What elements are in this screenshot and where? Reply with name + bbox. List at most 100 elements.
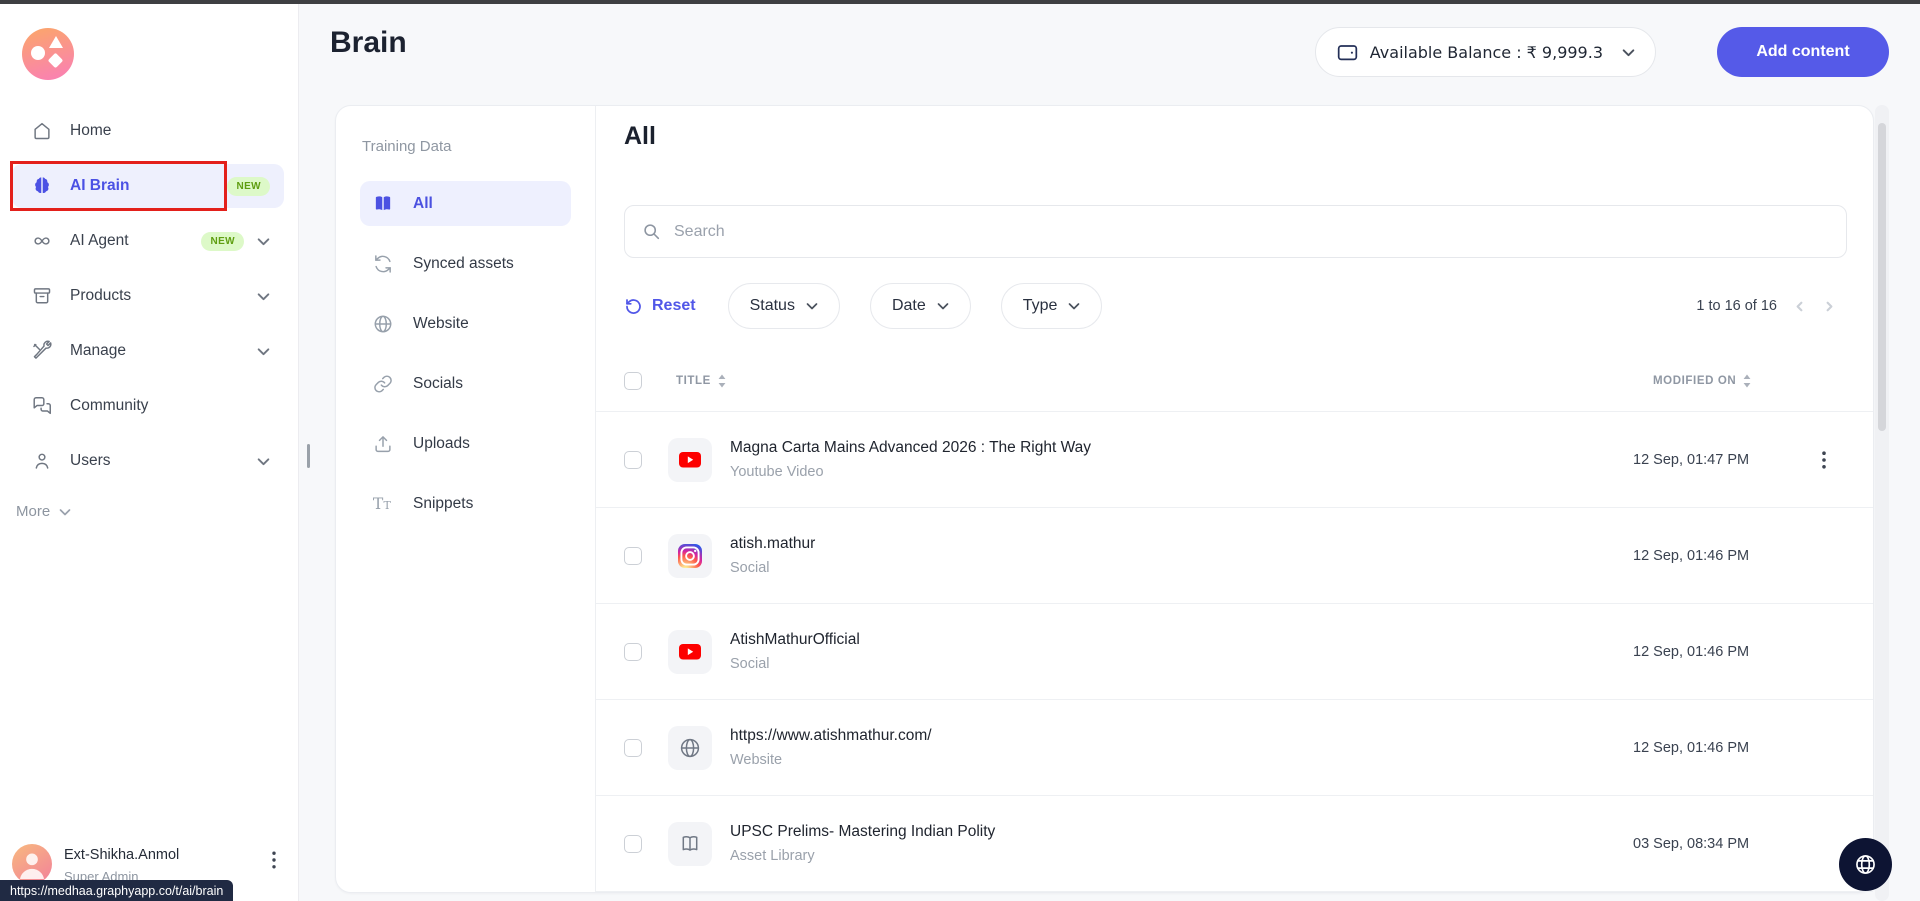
row-checkbox[interactable]	[624, 835, 642, 853]
row-subtitle: Website	[730, 752, 932, 768]
row-title: https://www.atishmathur.com/	[730, 727, 932, 745]
main-area: Brain Available Balance : ₹ 9,999.3 Add …	[300, 4, 1920, 901]
home-icon	[30, 120, 54, 142]
table-body: Magna Carta Mains Advanced 2026 : The Ri…	[596, 411, 1873, 892]
training-item-snippets[interactable]: TT Snippets	[360, 481, 571, 526]
infinity-icon	[30, 230, 54, 252]
training-item-label: Synced assets	[413, 255, 514, 273]
chevron-down-icon	[1068, 302, 1080, 310]
sidebar: Home AI Brain NEW AI Agent NEW	[0, 4, 299, 901]
table-row[interactable]: UPSC Prelims- Mastering Indian Polity As…	[596, 796, 1873, 892]
brain-icon	[30, 175, 54, 197]
sidebar-item-manage[interactable]: Manage	[12, 329, 284, 373]
training-data-title: Training Data	[362, 138, 571, 155]
open-book-icon	[668, 822, 712, 866]
sidebar-resize-handle[interactable]	[307, 444, 310, 468]
wallet-icon	[1336, 41, 1359, 64]
add-content-button[interactable]: Add content	[1717, 27, 1889, 77]
row-menu-kebab-icon[interactable]	[1799, 451, 1849, 469]
training-item-label: Socials	[413, 375, 463, 393]
training-item-label: Snippets	[413, 495, 473, 513]
sidebar-more-button[interactable]: More	[16, 503, 71, 520]
pagination-prev-icon[interactable]	[1792, 299, 1807, 314]
sidebar-item-label: Manage	[70, 342, 126, 360]
row-title: Magna Carta Mains Advanced 2026 : The Ri…	[730, 439, 1091, 457]
column-modified-on[interactable]: MODIFIED ON	[1653, 373, 1773, 389]
logo-circle-shape	[31, 46, 45, 60]
column-title[interactable]: TITLE	[676, 373, 1607, 389]
globe-icon	[372, 313, 394, 335]
filter-label: Type	[1023, 297, 1058, 315]
chat-bubbles-icon	[30, 395, 54, 417]
table-row[interactable]: Magna Carta Mains Advanced 2026 : The Ri…	[596, 412, 1873, 508]
link-icon	[372, 373, 394, 395]
sidebar-item-label: AI Agent	[70, 232, 129, 250]
training-item-label: All	[413, 195, 433, 213]
row-subtitle: Youtube Video	[730, 464, 1091, 480]
table-row[interactable]: AtishMathurOfficial Social 12 Sep, 01:46…	[596, 604, 1873, 700]
date-filter-dropdown[interactable]: Date	[870, 283, 971, 329]
chevron-down-icon	[257, 237, 270, 246]
scrollbar-thumb[interactable]	[1878, 123, 1886, 431]
filter-label: Date	[892, 297, 926, 315]
user-icon	[30, 450, 54, 472]
list-heading: All	[624, 122, 656, 151]
row-checkbox[interactable]	[624, 451, 642, 469]
training-item-synced-assets[interactable]: Synced assets	[360, 241, 571, 286]
window-edge	[0, 0, 1920, 4]
type-filter-dropdown[interactable]: Type	[1001, 283, 1103, 329]
training-item-all[interactable]: All	[360, 181, 571, 226]
sidebar-item-label: Home	[70, 122, 111, 140]
sidebar-item-ai-agent[interactable]: AI Agent NEW	[12, 219, 284, 263]
search-input[interactable]	[674, 223, 1830, 241]
row-title: AtishMathurOfficial	[730, 631, 860, 649]
training-item-website[interactable]: Website	[360, 301, 571, 346]
sidebar-item-label: Community	[70, 397, 148, 415]
youtube-icon	[668, 630, 712, 674]
content-list-panel: All Reset Status	[596, 106, 1873, 892]
avatar[interactable]	[12, 844, 52, 884]
filter-row: Reset Status Date Type 1 to 16 of 16	[624, 283, 1847, 329]
sidebar-item-home[interactable]: Home	[12, 109, 284, 153]
more-label: More	[16, 503, 50, 520]
reset-label: Reset	[652, 297, 696, 315]
table-header: TITLE MODIFIED ON	[596, 351, 1873, 411]
sidebar-item-users[interactable]: Users	[12, 439, 284, 483]
balance-label: Available Balance : ₹ 9,999.3	[1370, 43, 1603, 62]
row-subtitle: Social	[730, 656, 860, 672]
table-row[interactable]: https://www.atishmathur.com/ Website 12 …	[596, 700, 1873, 796]
row-title: atish.mathur	[730, 535, 815, 553]
app-logo[interactable]	[22, 28, 74, 80]
row-modified-date: 03 Sep, 08:34 PM	[1633, 836, 1773, 852]
row-checkbox[interactable]	[624, 739, 642, 757]
sidebar-item-ai-brain[interactable]: AI Brain NEW	[12, 164, 284, 208]
sidebar-nav: Home AI Brain NEW AI Agent NEW	[0, 109, 298, 494]
youtube-icon	[668, 438, 712, 482]
reset-filters-button[interactable]: Reset	[624, 297, 696, 316]
scrollbar-track[interactable]	[1875, 105, 1889, 901]
pagination-next-icon[interactable]	[1822, 299, 1837, 314]
status-filter-dropdown[interactable]: Status	[728, 283, 840, 329]
table-row[interactable]: atish.mathur Social 12 Sep, 01:46 PM	[596, 508, 1873, 604]
sort-icon	[1742, 373, 1752, 389]
sidebar-item-products[interactable]: Products	[12, 274, 284, 318]
chevron-down-icon	[59, 508, 71, 516]
logo-diamond-shape	[48, 53, 64, 69]
sidebar-item-community[interactable]: Community	[12, 384, 284, 428]
floating-globe-button[interactable]	[1839, 838, 1892, 891]
training-item-socials[interactable]: Socials	[360, 361, 571, 406]
search-icon	[641, 221, 662, 242]
select-all-checkbox[interactable]	[624, 372, 642, 390]
row-checkbox[interactable]	[624, 547, 642, 565]
row-modified-date: 12 Sep, 01:46 PM	[1633, 644, 1773, 660]
user-menu-kebab-icon[interactable]	[272, 851, 276, 869]
training-item-uploads[interactable]: Uploads	[360, 421, 571, 466]
globe-grid-icon	[1852, 851, 1879, 878]
open-book-icon	[372, 193, 394, 215]
sidebar-item-label: AI Brain	[70, 177, 129, 195]
filter-label: Status	[750, 297, 795, 315]
available-balance-dropdown[interactable]: Available Balance : ₹ 9,999.3	[1315, 27, 1656, 77]
row-checkbox[interactable]	[624, 643, 642, 661]
new-badge: NEW	[227, 177, 270, 196]
user-name: Ext-Shikha.Anmol	[64, 847, 179, 863]
